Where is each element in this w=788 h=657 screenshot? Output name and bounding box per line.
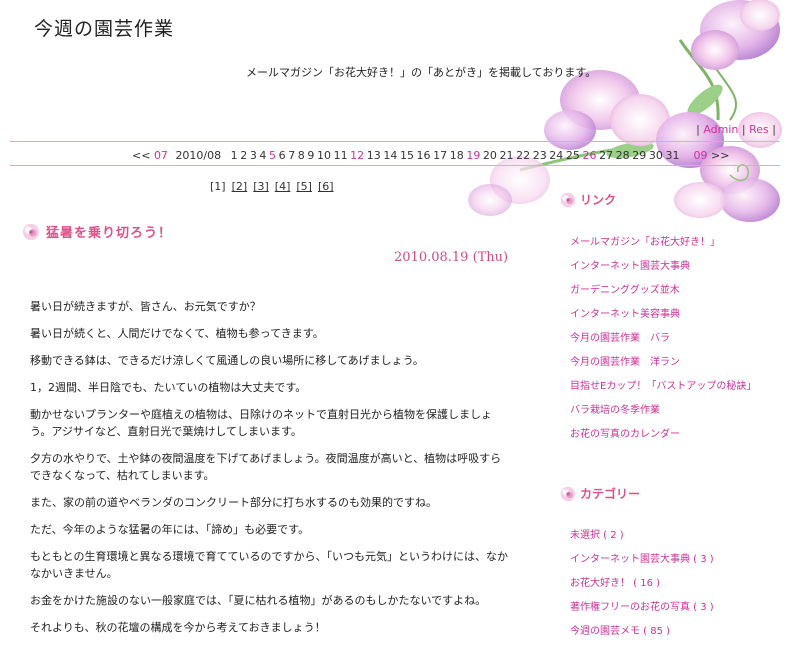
sidebar-category-item[interactable]: インターネット園芸大事典 ( 3 ) — [570, 553, 714, 577]
sidebar-link-item[interactable]: インターネット園芸大事典 — [570, 260, 756, 284]
calendar-day: 28 — [615, 149, 630, 162]
calendar-day: 3 — [249, 149, 257, 162]
categories-heading: カテゴリー — [560, 485, 640, 502]
sidebar-category-item[interactable]: 著作権フリーのお花の写真 ( 3 ) — [570, 601, 714, 625]
entry-paragraph: 動かせないプランターや庭植えの植物は、日除けのネットで直射日光から植物を保護しま… — [30, 408, 492, 438]
entry-paragraph: 移動できる鉢は、できるだけ涼しくて風通しの良い場所に移してあげましょう。 — [30, 354, 424, 367]
sidebar-category-item[interactable]: 未選択 ( 2 ) — [570, 529, 714, 553]
calendar-day: 13 — [366, 149, 381, 162]
entry-paragraph: 夕方の水やりで、土や鉢の夜間温度を下げてあげましょう。夜間温度が高いと、植物は呼… — [30, 452, 502, 482]
sidebar-link-item[interactable]: メールマガジン「お花大好き！」 — [570, 236, 756, 260]
sidebar-link-item[interactable]: ガーデニンググッズ並木 — [570, 284, 756, 308]
calendar-day: 1 — [230, 149, 238, 162]
calendar-day: 29 — [632, 149, 647, 162]
admin-prefix: | — [696, 123, 700, 136]
entry-paragraph: ただ、今年のような猛暑の年には、「諦め」も必要です。 — [30, 523, 310, 536]
entry-title[interactable]: 猛暑を乗り切ろう！ — [46, 222, 172, 241]
sidebar-link-item[interactable]: 目指せEカップ！「バストアップの秘訣」 — [570, 380, 756, 404]
calendar-next-month[interactable]: 09 — [694, 149, 708, 162]
calendar-day: 20 — [482, 149, 497, 162]
calendar-day: 23 — [532, 149, 547, 162]
sidebar-link-item[interactable]: お花の写真のカレンダー — [570, 428, 756, 452]
links-heading-label: リンク — [580, 193, 617, 207]
calendar-day: 31 — [665, 149, 680, 162]
pager-page[interactable]: [3] — [253, 180, 269, 193]
calendar-bottom-divider — [10, 165, 780, 166]
pager-page[interactable]: [2] — [232, 180, 248, 193]
entry-paragraph: 1，2週間、半日陰でも、たいていの植物は大丈夫です。 — [30, 381, 307, 394]
calendar-day: 6 — [278, 149, 286, 162]
entry-date: 2010.08.19 (Thu) — [394, 250, 509, 265]
calendar-day: 17 — [433, 149, 448, 162]
calendar-day: 21 — [499, 149, 514, 162]
pager-page[interactable]: [5] — [296, 180, 312, 193]
entry-header: 猛暑を乗り切ろう！ — [22, 222, 172, 241]
calendar-day: 25 — [565, 149, 580, 162]
calendar-day[interactable]: 5 — [269, 149, 276, 162]
calendar-day: 7 — [288, 149, 296, 162]
entry-paragraph: お金をかけた施設のない一般家庭では、「夏に枯れる植物」があるのもしかたないですよ… — [30, 594, 487, 607]
admin-links: | Admin | Res | — [696, 123, 776, 136]
pager-page[interactable]: [1] — [210, 180, 226, 193]
sidebar-link-item[interactable]: 今月の園芸作業 バラ — [570, 332, 756, 356]
site-description: メールマガジン「お花大好き！」の「あとがき」を掲載しております。 — [246, 66, 597, 79]
entry-body: 暑い日が続きますが、皆さん、お元気ですか？ 暑い日が続くと、人間だけでなくて、植物… — [30, 298, 510, 646]
categories-heading-label: カテゴリー — [580, 487, 641, 501]
calendar-day: 10 — [316, 149, 331, 162]
calendar-prev-month[interactable]: 07 — [154, 149, 168, 162]
calendar-day: 15 — [399, 149, 414, 162]
calendar-next-arrow: >> — [711, 149, 730, 162]
calendar-day[interactable]: 12 — [350, 149, 364, 162]
calendar-day: 2 — [240, 149, 248, 162]
calendar-days: 1 2 3 4 5 6 7 8 9 10 11 12 13 14 15 16 17 18 19 20 21 22 23 24 2… — [231, 149, 682, 162]
calendar-day[interactable]: 26 — [582, 149, 596, 162]
calendar-day: 14 — [383, 149, 398, 162]
calendar-day: 16 — [416, 149, 431, 162]
calendar-day: 30 — [648, 149, 663, 162]
flower-bullet-icon — [22, 223, 40, 240]
entry-paragraph: また、家の前の道やベランダのコンクリート部分に打ち水するのも効果的ですね。 — [30, 496, 437, 509]
admin-link[interactable]: Admin — [703, 123, 738, 136]
sidebar-category-item[interactable]: 今週の園芸メモ ( 85 ) — [570, 625, 714, 649]
calendar-day: 11 — [333, 149, 348, 162]
res-link[interactable]: Res — [749, 123, 769, 136]
entry-paragraph: もともとの生育環境と異なる環境で育てているのですから、「いつも元気」というわけに… — [30, 550, 508, 580]
blog-page: 今週の園芸作業 メールマガジン「お花大好き！」の「あとがき」を掲載しております。… — [0, 0, 788, 657]
entry-paragraph: それよりも、秋の花壇の構成を今から考えておきましょう！ — [30, 621, 326, 634]
sidebar-category-item[interactable]: お花大好き！ ( 16 ) — [570, 577, 714, 601]
admin-separator: | — [741, 123, 746, 136]
calendar-day[interactable]: 19 — [466, 149, 480, 162]
calendar-day: 27 — [599, 149, 614, 162]
calendar-day: 22 — [516, 149, 531, 162]
calendar-prev-arrow: << — [132, 149, 151, 162]
admin-suffix: | — [772, 123, 776, 136]
calendar-day: 9 — [307, 149, 315, 162]
categories-list: 未選択 ( 2 ) インターネット園芸大事典 ( 3 ) お花大好き！ ( 16 )… — [570, 529, 714, 649]
sidebar-link-item[interactable]: インターネット美容事典 — [570, 308, 756, 332]
pager-page[interactable]: [4] — [275, 180, 291, 193]
sidebar-link-item[interactable]: 今月の園芸作業 洋ラン — [570, 356, 756, 380]
site-title[interactable]: 今週の園芸作業 — [34, 14, 174, 41]
entry-paragraph: 暑い日が続きますが、皆さん、お元気ですか？ — [30, 300, 261, 313]
calendar-nav: << 07 2010/08 1 2 3 4 5 6 7 8 9 10 11 12 13 14 15 16 17 1… — [132, 149, 729, 162]
calendar-current-month: 2010/08 — [175, 149, 222, 162]
entry-paragraph: 暑い日が続くと、人間だけでなくて、植物も参ってきます。 — [30, 327, 324, 340]
calendar-day: 18 — [449, 149, 464, 162]
calendar-day: 8 — [297, 149, 305, 162]
links-heading: リンク — [560, 191, 616, 208]
calendar-day: 24 — [549, 149, 564, 162]
sidebar-link-item[interactable]: バラ栽培の冬季作業 — [570, 404, 756, 428]
flower-bullet-icon — [560, 192, 576, 207]
pager-page[interactable]: [6] — [318, 180, 334, 193]
pager: [1] [2] [3] [4] [5] [6] — [210, 180, 340, 193]
links-list: メールマガジン「お花大好き！」 インターネット園芸大事典 ガーデニンググッズ並木 イン… — [570, 236, 756, 452]
calendar-day: 4 — [259, 149, 267, 162]
flower-bullet-icon — [560, 486, 576, 501]
calendar-top-divider — [10, 141, 780, 142]
